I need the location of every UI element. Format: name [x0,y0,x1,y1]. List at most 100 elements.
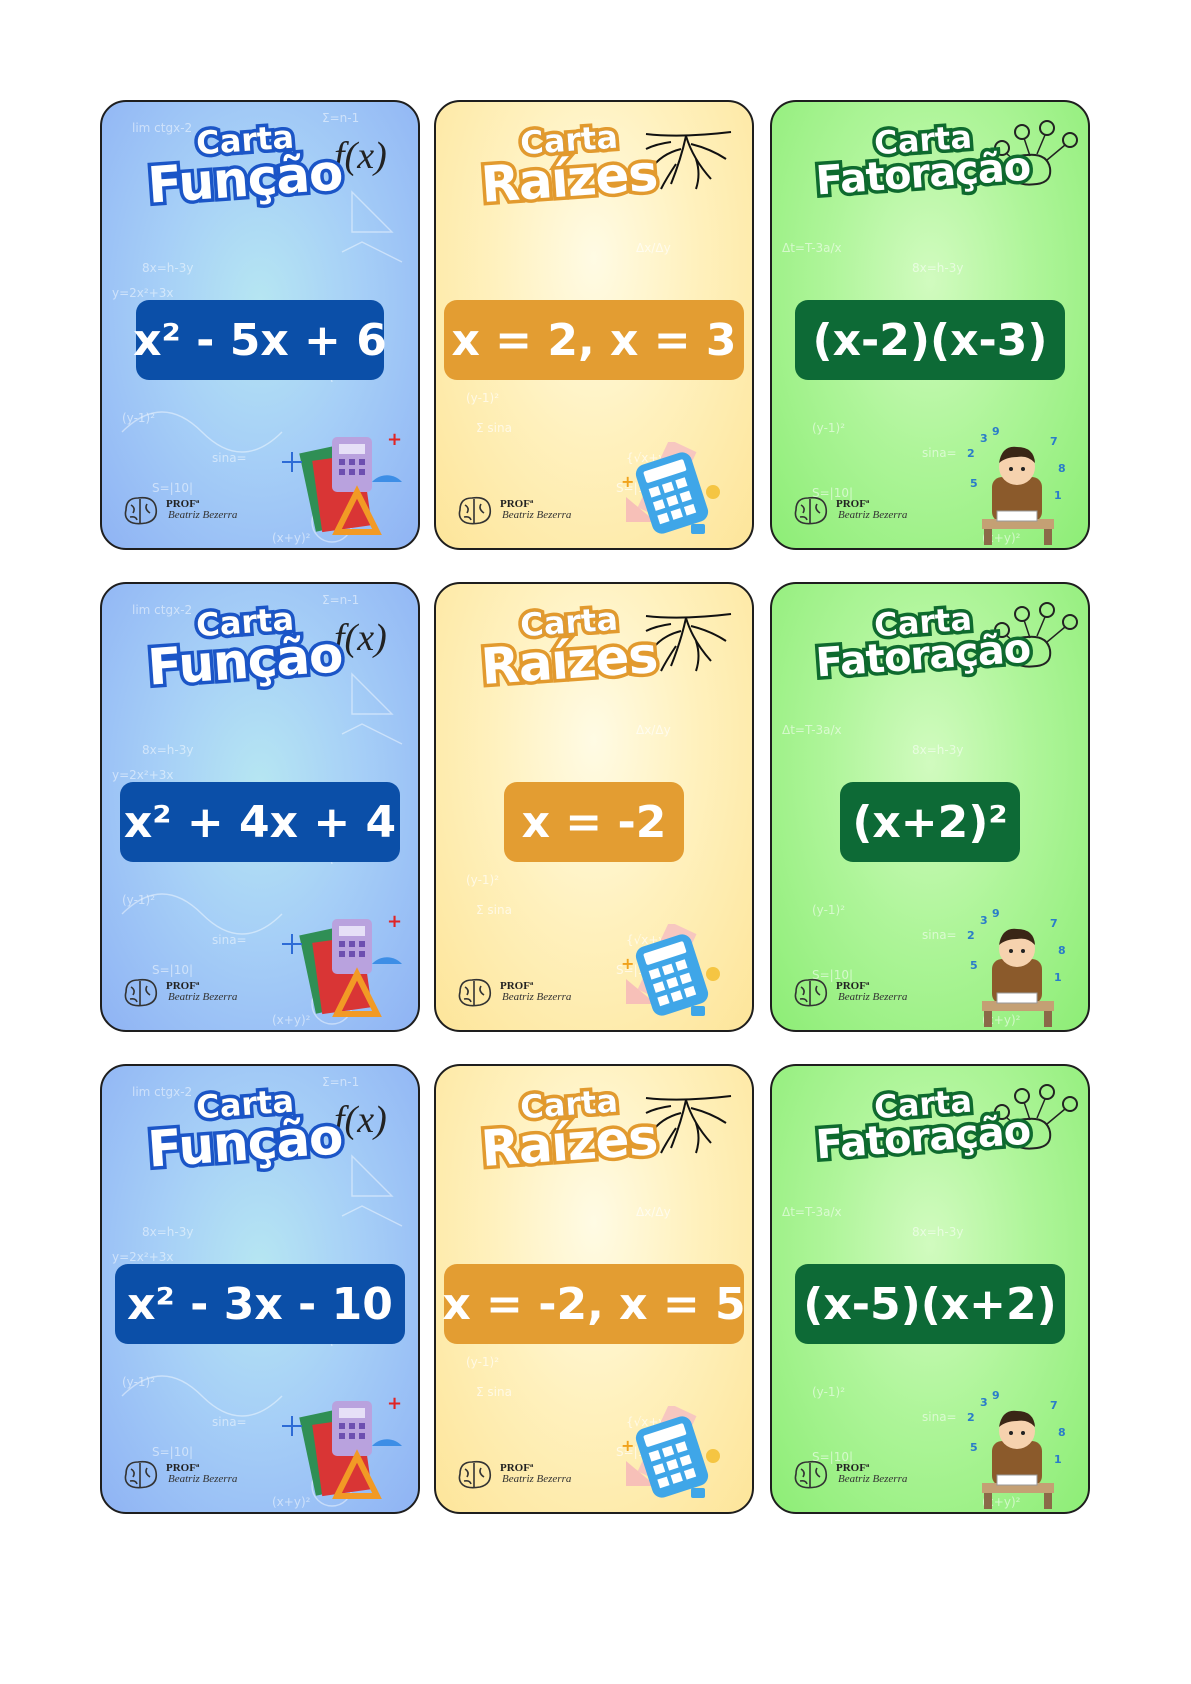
svg-text:Δx/Δy: Δx/Δy [636,1205,671,1219]
svg-text:5: 5 [970,959,978,972]
svg-text:8x=h-3y: 8x=h-3y [912,743,963,757]
svg-text:7: 7 [1050,917,1058,930]
svg-text:8: 8 [1058,944,1066,957]
card-value: x² - 3x - 10 [115,1264,405,1344]
svg-text:7: 7 [1050,435,1058,448]
brand-logo: PROFª Beatriz Bezerra [790,1458,907,1490]
math-books-calculator-icon: + [282,911,402,1017]
brand-logo: PROFª Beatriz Bezerra [120,494,237,526]
card-title: Carta Função [102,596,418,700]
card-funcao-1[interactable]: lim ctgx-2Σ=n-1 8x=h-3yy=2x²+3x ln(a)Σ(x… [100,100,420,550]
brand-logo: PROFª Beatriz Bezerra [454,976,571,1008]
brand-signature: Beatriz Bezerra [502,991,572,1003]
card-raizes-1[interactable]: Δx/Δyln(a) Σ sina{√x+y} S=|10|(y-1)² Car… [434,100,754,550]
svg-text:1: 1 [1054,971,1062,984]
svg-text:Σ sina: Σ sina [476,421,512,435]
svg-text:sina=: sina= [922,446,957,460]
svg-text:(y-1)²: (y-1)² [466,873,499,887]
brand-logo: PROFª Beatriz Bezerra [454,1458,571,1490]
brand-signature: Beatriz Bezerra [838,1473,908,1485]
svg-text:+: + [387,1393,402,1414]
math-books-calculator-icon: + [282,429,402,535]
svg-text:sina=: sina= [922,1410,957,1424]
svg-text:3: 3 [980,914,988,927]
brain-icon [124,1460,158,1489]
card-fatoracao-3[interactable]: Δt=T-3a/x8x=h-3y 1-a(a-c)ln(a) (y-1)²sin… [770,1064,1090,1514]
svg-text:9: 9 [992,1391,1000,1402]
svg-text:7: 7 [1050,1399,1058,1412]
svg-text:9: 9 [992,427,1000,438]
svg-text:9: 9 [992,909,1000,920]
svg-text:Σ sina: Σ sina [476,1385,512,1399]
brand-logo: PROFª Beatriz Bezerra [120,1458,237,1490]
svg-text:1: 1 [1054,489,1062,502]
svg-text:Δx/Δy: Δx/Δy [636,241,671,255]
svg-text:5: 5 [970,1441,978,1454]
calculator-ruler-icon: + [621,442,720,534]
svg-text:(y-1)²: (y-1)² [122,411,155,425]
card-title: Carta Raízes [436,114,752,217]
svg-text:(y-1)²: (y-1)² [466,391,499,405]
calculator-ruler-icon: + [621,1406,720,1498]
svg-text:+: + [387,911,402,932]
card-value: x² - 5x + 6 [133,300,387,380]
svg-text:(y-1)²: (y-1)² [122,893,155,907]
svg-text:Δt=T-3a/x: Δt=T-3a/x [782,1205,842,1219]
svg-text:(y-1)²: (y-1)² [122,1375,155,1389]
svg-text:sina=: sina= [212,451,247,465]
svg-text:8x=h-3y: 8x=h-3y [142,261,193,275]
svg-text:3: 3 [980,432,988,445]
svg-text:y=2x²+3x: y=2x²+3x [112,1250,174,1264]
brain-icon [794,496,828,525]
card-raizes-2[interactable]: Δx/Δyln(a) Σ sina{√x+y} S=|10|(y-1)² Car… [434,582,754,1032]
card-title: Carta Fatoração [772,596,1088,690]
brain-icon [794,978,828,1007]
svg-text:8: 8 [1058,462,1066,475]
brand-signature: Beatriz Bezerra [168,991,238,1003]
math-books-calculator-icon: + [282,1393,402,1499]
svg-text:8x=h-3y: 8x=h-3y [912,1225,963,1239]
svg-text:8x=h-3y: 8x=h-3y [142,743,193,757]
svg-text:sina=: sina= [212,933,247,947]
student-studying-icon: 23 7 8 5 1 9 [967,1391,1066,1509]
brain-icon [124,496,158,525]
svg-text:2: 2 [967,1411,975,1424]
brain-icon [458,1460,492,1489]
card-fatoracao-1[interactable]: Δt=T-3a/x8x=h-3y 1-a(a-c)ln(a) (y-1)²sin… [770,100,1090,550]
svg-text:+: + [621,1436,634,1455]
brand-signature: Beatriz Bezerra [838,991,908,1003]
card-value: (x+2)² [840,782,1020,862]
card-title: Carta Raízes [436,596,752,699]
card-value: (x-2)(x-3) [795,300,1065,380]
calculator-ruler-icon: + [621,924,720,1016]
svg-text:+: + [621,954,634,973]
brain-icon [458,978,492,1007]
card-funcao-2[interactable]: lim ctgx-2Σ=n-1 8x=h-3yy=2x²+3x ln(a)Σ(x… [100,582,420,1032]
card-raizes-3[interactable]: Δx/Δyln(a) Σ sina{√x+y} S=|10|(y-1)² Car… [434,1064,754,1514]
brand-logo: PROFª Beatriz Bezerra [790,494,907,526]
svg-text:+: + [387,429,402,450]
student-studying-icon: 23 7 8 5 1 9 [967,909,1066,1027]
card-funcao-3[interactable]: lim ctgx-2Σ=n-1 8x=h-3yy=2x²+3x ln(a)Σ(x… [100,1064,420,1514]
card-value: x = 2, x = 3 [444,300,744,380]
card-title: Carta Fatoração [772,1078,1088,1172]
svg-text:8x=h-3y: 8x=h-3y [142,1225,193,1239]
svg-text:(y-1)²: (y-1)² [812,903,845,917]
card-fatoracao-2[interactable]: Δt=T-3a/x8x=h-3y 1-a(a-c)ln(a) (y-1)²sin… [770,582,1090,1032]
brain-icon [124,978,158,1007]
svg-text:(y-1)²: (y-1)² [812,1385,845,1399]
svg-text:Δt=T-3a/x: Δt=T-3a/x [782,241,842,255]
svg-text:sina=: sina= [922,928,957,942]
svg-text:1: 1 [1054,1453,1062,1466]
student-studying-icon: 23 7 8 5 1 9 [967,427,1066,545]
card-title: Carta Fatoração [772,114,1088,208]
svg-text:Δx/Δy: Δx/Δy [636,723,671,737]
svg-text:5: 5 [970,477,978,490]
card-value: x = -2 [504,782,684,862]
svg-text:Σ sina: Σ sina [476,903,512,917]
svg-text:S=|10|: S=|10| [152,481,193,495]
brand-logo: PROFª Beatriz Bezerra [790,976,907,1008]
svg-text:8x=h-3y: 8x=h-3y [912,261,963,275]
svg-text:S=|10|: S=|10| [152,963,193,977]
brand-signature: Beatriz Bezerra [168,1473,238,1485]
